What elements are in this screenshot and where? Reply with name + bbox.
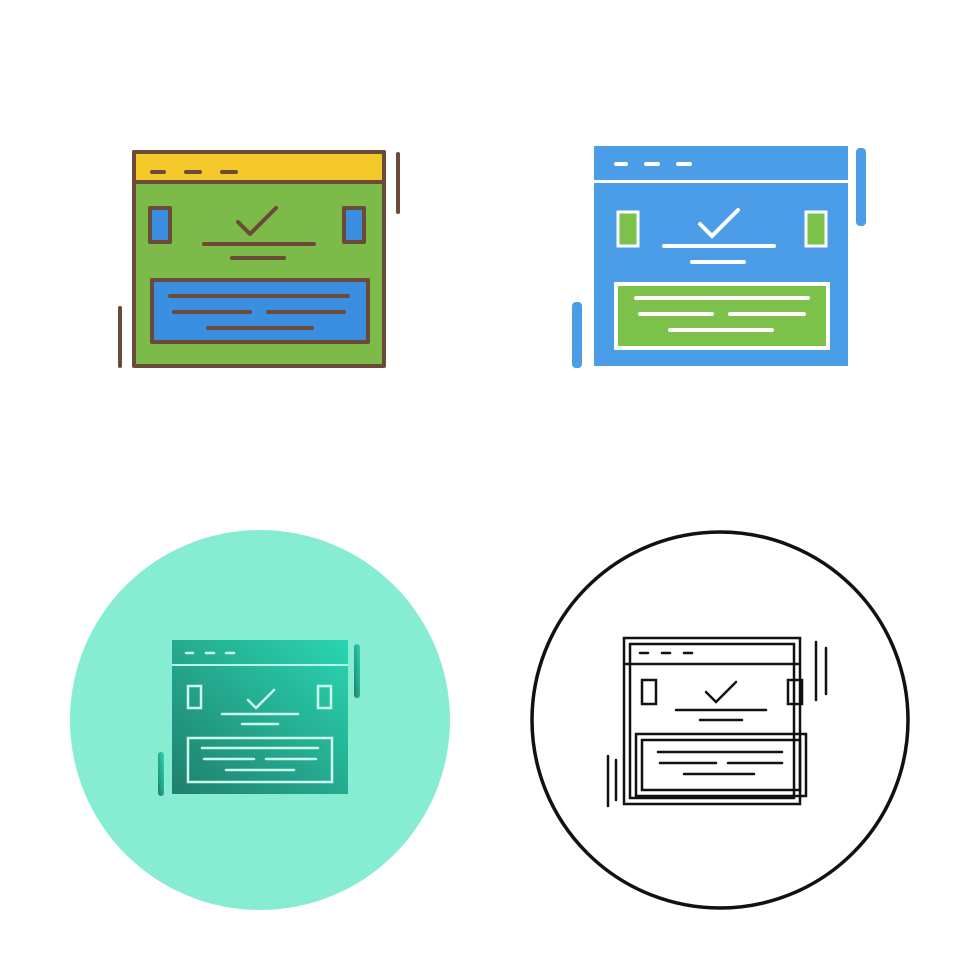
web-page-approved-icon-outline (520, 520, 920, 920)
web-page-approved-icon-glyph (560, 130, 880, 390)
web-page-approved-icon-gradient (60, 520, 460, 920)
web-page-approved-icon-filled (100, 130, 420, 390)
